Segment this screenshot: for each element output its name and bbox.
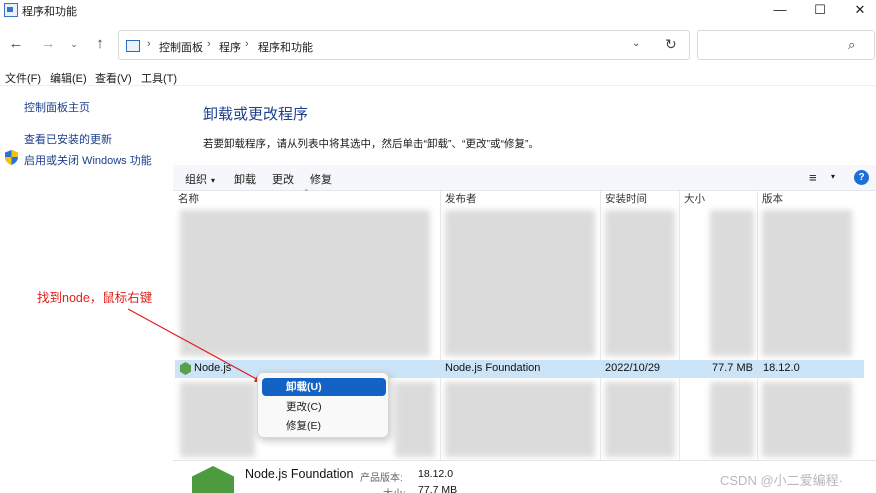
- repair-button[interactable]: 修复: [310, 171, 332, 187]
- details-size: 77.7 MB: [418, 484, 458, 493]
- context-uninstall[interactable]: 卸载(U): [262, 378, 386, 396]
- details-size-label: 大小:: [383, 485, 406, 493]
- obscured-program-list: [762, 382, 852, 457]
- control-panel-home-link[interactable]: 控制面板主页: [24, 99, 90, 115]
- obscured-program-list: [445, 210, 595, 356]
- search-input[interactable]: ⌕: [697, 30, 875, 60]
- menu-file[interactable]: 文件(F): [5, 70, 41, 86]
- program-version: 18.12.0: [763, 362, 800, 374]
- program-name: Node.js: [194, 362, 232, 374]
- refresh-icon[interactable]: ↻: [665, 36, 677, 53]
- obscured-program-list: [180, 210, 430, 356]
- change-button[interactable]: 更改: [272, 171, 294, 187]
- view-options-icon[interactable]: ≡: [809, 170, 817, 185]
- chevron-down-icon: ▾: [211, 176, 216, 185]
- column-divider: [679, 191, 680, 461]
- details-publisher: Node.js Foundation: [245, 467, 354, 481]
- column-divider: [600, 191, 601, 461]
- menu-view[interactable]: 查看(V): [95, 70, 132, 86]
- breadcrumb-separator[interactable]: ›: [245, 38, 249, 50]
- close-button[interactable]: ✕: [837, 0, 876, 22]
- watermark: CSDN @小二爱编程·: [720, 473, 843, 488]
- obscured-program-list: [395, 382, 435, 457]
- program-publisher: Node.js Foundation: [445, 362, 541, 374]
- page-description: 若要卸载程序，请从列表中将其选中，然后单击“卸载”、“更改”或“修复”。: [203, 138, 539, 150]
- uninstall-button[interactable]: 卸载: [234, 171, 256, 187]
- search-icon[interactable]: ⌕: [848, 37, 855, 53]
- column-header-size[interactable]: 大小: [684, 191, 754, 207]
- column-divider: [440, 191, 441, 461]
- help-icon[interactable]: ?: [854, 170, 869, 185]
- organize-label: 组织: [185, 174, 207, 186]
- forward-arrow-icon[interactable]: →: [38, 34, 58, 54]
- column-divider: [757, 191, 758, 461]
- control-panel-icon: [4, 3, 18, 17]
- program-size: 77.7 MB: [712, 362, 753, 374]
- sort-up-icon: ⌃: [303, 188, 310, 197]
- column-header-version[interactable]: 版本: [762, 191, 842, 207]
- command-bar: 组织 ▾ 卸载 更改 修复 ≡ ▾ ?: [173, 165, 876, 191]
- up-arrow-icon[interactable]: ↑: [90, 34, 110, 54]
- breadcrumb-control-panel[interactable]: 控制面板: [159, 39, 203, 55]
- page-title: 卸载或更改程序: [203, 106, 309, 123]
- control-panel-icon: [126, 40, 140, 52]
- nodejs-icon: [192, 466, 234, 493]
- organize-button[interactable]: 组织 ▾: [185, 171, 215, 187]
- breadcrumb-programs[interactable]: 程序: [219, 39, 241, 55]
- menu-tools[interactable]: 工具(T): [141, 70, 177, 86]
- breadcrumb-programs-features[interactable]: 程序和功能: [258, 39, 313, 55]
- obscured-program-list: [762, 210, 852, 356]
- column-header-publisher[interactable]: 发布者: [445, 191, 595, 207]
- recent-locations-icon[interactable]: ⌄: [64, 34, 84, 54]
- address-dropdown-icon[interactable]: ⌄: [632, 38, 640, 49]
- breadcrumb-separator[interactable]: ›: [207, 38, 211, 50]
- address-bar[interactable]: › 控制面板 › 程序 › 程序和功能 ⌄ ↻: [118, 30, 690, 60]
- program-install-date: 2022/10/29: [605, 362, 661, 374]
- obscured-program-list: [180, 382, 255, 457]
- obscured-program-list: [605, 382, 675, 457]
- column-header-installed-on[interactable]: 安装时间: [605, 191, 675, 207]
- title-bar: 程序和功能 — ☐ ✕: [0, 0, 876, 22]
- view-installed-updates-link[interactable]: 查看已安装的更新: [24, 131, 112, 147]
- obscured-program-list: [710, 210, 754, 356]
- context-menu: 卸载(U) 更改(C) 修复(E): [257, 372, 389, 438]
- breadcrumb-separator[interactable]: ›: [147, 38, 151, 50]
- obscured-program-list: [605, 210, 675, 356]
- back-arrow-icon[interactable]: ←: [6, 34, 26, 54]
- window-title: 程序和功能: [22, 6, 77, 18]
- menu-edit[interactable]: 编辑(E): [50, 70, 87, 86]
- context-repair[interactable]: 修复(E): [262, 417, 386, 435]
- windows-features-link[interactable]: 启用或关闭 Windows 功能: [24, 152, 152, 168]
- obscured-program-list: [445, 382, 595, 457]
- annotation-text: 找到node，鼠标右键: [37, 291, 153, 305]
- chevron-down-icon[interactable]: ▾: [831, 172, 835, 181]
- obscured-program-list: [710, 382, 754, 457]
- details-version-label: 产品版本:: [360, 473, 403, 484]
- menu-bar: 文件(F) 编辑(E) 查看(V) 工具(T): [0, 68, 876, 86]
- details-version: 18.12.0: [418, 468, 454, 480]
- shield-icon: [5, 150, 18, 165]
- context-change[interactable]: 更改(C): [262, 398, 386, 416]
- navigation-bar: ← → ⌄ ↑ › 控制面板 › 程序 › 程序和功能 ⌄ ↻ ⌕: [0, 28, 876, 62]
